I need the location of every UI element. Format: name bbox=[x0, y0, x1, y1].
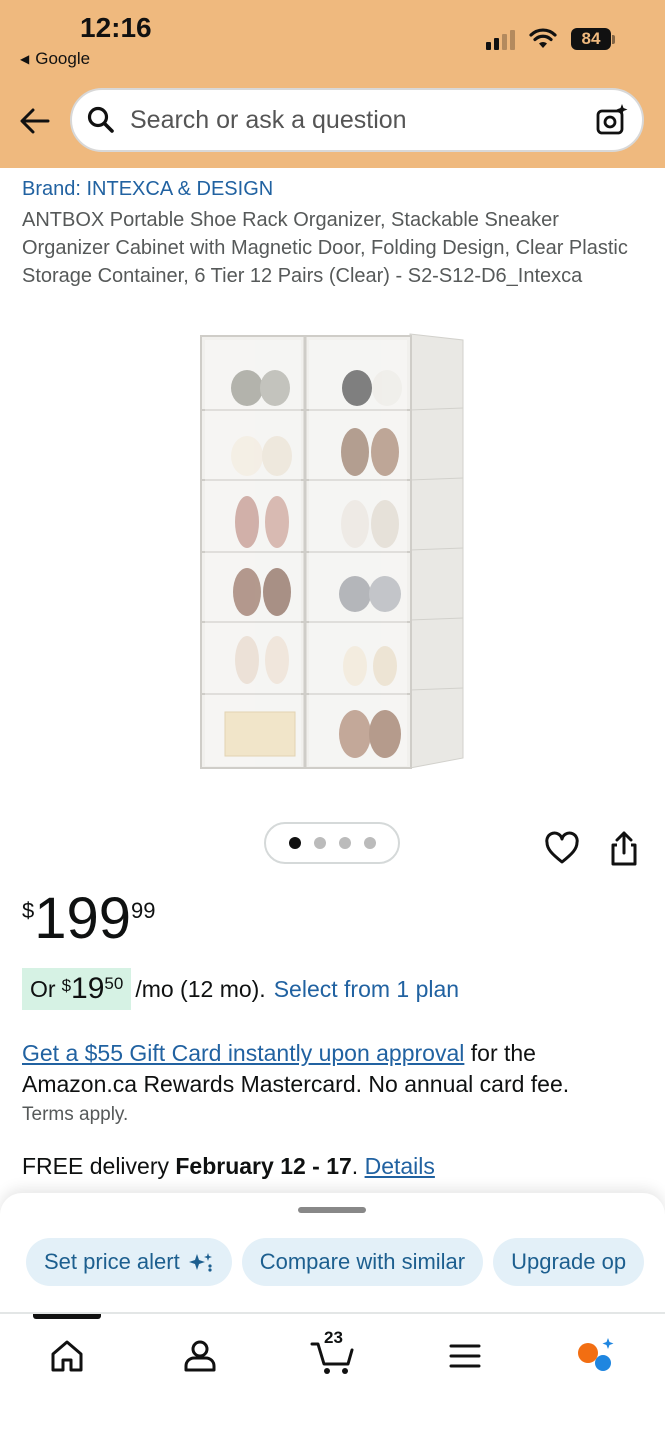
gift-card-link[interactable]: Get a $55 Gift Card instantly upon appro… bbox=[22, 1040, 464, 1066]
battery-icon: 84 bbox=[571, 28, 615, 50]
chip-label: Compare with similar bbox=[259, 1249, 466, 1274]
active-tab-indicator bbox=[33, 1314, 101, 1319]
image-carousel-dots[interactable] bbox=[264, 822, 400, 864]
delivery-prefix: FREE delivery bbox=[22, 1153, 176, 1179]
monthly-term: /mo (12 mo). bbox=[135, 975, 266, 1002]
share-icon[interactable] bbox=[606, 830, 642, 868]
compare-similar-chip[interactable]: Compare with similar bbox=[241, 1238, 484, 1286]
delivery-details-link[interactable]: Details bbox=[365, 1153, 435, 1179]
status-time: 12:16 bbox=[80, 12, 152, 43]
brand-link[interactable]: Brand: INTEXCA & DESIGN bbox=[22, 178, 273, 201]
monthly-currency: $ bbox=[61, 976, 72, 995]
search-placeholder: Search or ask a question bbox=[130, 105, 407, 134]
set-price-alert-chip[interactable]: Set price alert bbox=[26, 1238, 232, 1286]
sparkle-icon bbox=[188, 1253, 212, 1272]
account-icon[interactable] bbox=[180, 1336, 220, 1376]
gift-card-offer: Get a $55 Gift Card instantly upon appro… bbox=[22, 1038, 642, 1100]
back-arrow-icon[interactable] bbox=[18, 104, 52, 138]
terms-text: Terms apply. bbox=[22, 1104, 129, 1125]
search-input[interactable]: Search or ask a question bbox=[70, 88, 644, 152]
carousel-dot[interactable] bbox=[363, 837, 376, 849]
wifi-icon bbox=[529, 28, 557, 48]
select-plan-link[interactable]: Select from 1 plan bbox=[274, 976, 459, 1003]
home-icon[interactable] bbox=[47, 1336, 87, 1376]
camera-search-icon[interactable] bbox=[594, 102, 630, 138]
product-image[interactable] bbox=[195, 330, 475, 780]
search-icon bbox=[87, 106, 114, 133]
heart-icon[interactable] bbox=[544, 831, 580, 867]
action-chips: Set price alert Compare with similar Upg… bbox=[26, 1238, 645, 1286]
monthly-payment: Or $ 19 50 /mo (12 mo). Select from 1 pl… bbox=[22, 968, 459, 1010]
rufus-assistant-icon[interactable] bbox=[575, 1336, 615, 1376]
monthly-whole: 19 bbox=[71, 972, 105, 1005]
price-whole: 199 bbox=[34, 886, 132, 951]
bottom-sheet: Set price alert Compare with similar Upg… bbox=[0, 1193, 665, 1313]
chip-label: Upgrade op bbox=[511, 1249, 627, 1274]
price-fraction: 99 bbox=[131, 898, 156, 923]
product-title: ANTBOX Portable Shoe Rack Organizer, Sta… bbox=[22, 209, 628, 287]
delivery-separator: . bbox=[351, 1153, 365, 1179]
monthly-prefix: Or bbox=[30, 975, 56, 1002]
top-header: 12:16 ◀ Google 84 Search or ask a questi… bbox=[0, 0, 665, 168]
status-indicators: 84 bbox=[486, 28, 615, 50]
battery-level: 84 bbox=[571, 28, 611, 50]
product-price: $ 199 99 bbox=[22, 886, 156, 952]
cart-button[interactable]: 23 bbox=[310, 1328, 356, 1376]
monthly-price-highlight: Or $ 19 50 bbox=[22, 968, 132, 1010]
menu-icon[interactable] bbox=[445, 1336, 485, 1376]
price-currency: $ bbox=[22, 898, 35, 923]
delivery-dates: February 12 - 17 bbox=[175, 1153, 352, 1179]
cellular-signal-icon bbox=[486, 28, 515, 50]
upgrade-options-chip[interactable]: Upgrade op bbox=[493, 1238, 645, 1286]
sheet-grabber[interactable] bbox=[298, 1207, 366, 1213]
carousel-dot[interactable] bbox=[313, 837, 326, 849]
back-to-app-link[interactable]: ◀ Google bbox=[20, 49, 90, 69]
carousel-dot[interactable] bbox=[288, 837, 301, 849]
delivery-info: FREE delivery February 12 - 17. Details bbox=[22, 1153, 435, 1180]
carousel-dot[interactable] bbox=[338, 837, 351, 849]
monthly-fraction: 50 bbox=[104, 974, 124, 993]
back-app-label: Google bbox=[35, 49, 91, 68]
back-triangle-icon: ◀ bbox=[20, 52, 30, 66]
cart-count: 23 bbox=[324, 1328, 343, 1347]
chip-label: Set price alert bbox=[44, 1249, 180, 1274]
bottom-nav: 23 bbox=[0, 1312, 665, 1440]
